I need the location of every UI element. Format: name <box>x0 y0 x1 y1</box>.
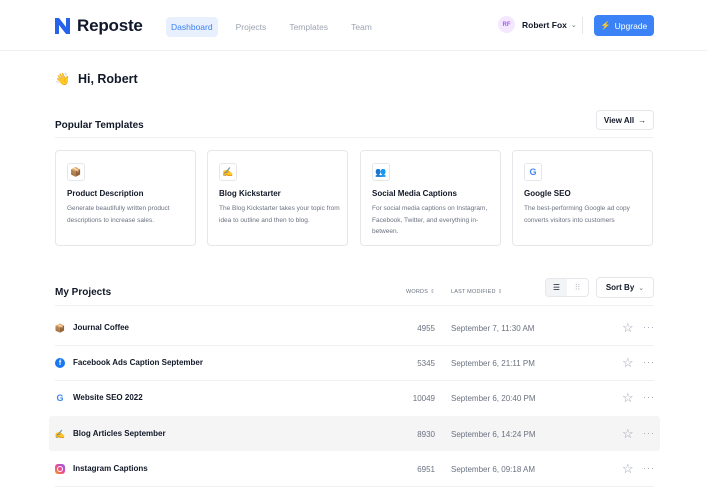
project-words: 6951 <box>417 465 435 474</box>
project-name: Facebook Ads Caption September <box>73 358 203 367</box>
instagram-icon <box>55 464 65 474</box>
nav-templates[interactable]: Templates <box>284 17 333 37</box>
star-icon[interactable]: ☆ <box>622 461 634 477</box>
words-label: WORDS <box>406 289 429 295</box>
arrow-right-icon: → <box>638 115 647 125</box>
top-header: Reposte Dashboard Projects Templates Tea… <box>0 0 707 51</box>
card-title: Google SEO <box>524 189 571 198</box>
card-description: The Blog Kickstarter takes your topic fr… <box>219 205 340 224</box>
instagram-icon-wrap <box>55 464 65 474</box>
upgrade-button[interactable]: ⚡ Upgrade <box>594 15 654 36</box>
chevron-down-icon: ⌄ <box>570 21 577 29</box>
avatar: RF <box>498 16 515 33</box>
card-description: The best-performing Google ad copy conve… <box>524 205 630 224</box>
box-icon: 📦 <box>67 163 85 181</box>
star-icon[interactable]: ☆ <box>622 390 634 406</box>
card-title: Product Description <box>67 189 144 198</box>
nav-dashboard[interactable]: Dashboard <box>166 17 218 37</box>
more-icon[interactable]: ··· <box>643 428 655 438</box>
user-name: Robert Fox <box>522 19 567 30</box>
more-icon[interactable]: ··· <box>643 357 655 367</box>
sort-icon: ⇕ <box>497 289 503 295</box>
nav-projects[interactable]: Projects <box>231 17 272 37</box>
template-card-blog-kickstarter[interactable]: ✍️ Blog Kickstarter The Blog Kickstarter… <box>207 150 348 246</box>
table-row[interactable]: Instagram Captions 6951 September 6, 09:… <box>55 451 654 486</box>
last-modified-label: LAST MODIFIED <box>451 289 496 295</box>
sort-by-button[interactable]: Sort By ⌄ <box>596 277 654 298</box>
column-header-words[interactable]: WORDS ⇕ <box>406 289 435 295</box>
star-icon[interactable]: ☆ <box>622 320 634 336</box>
card-description: Generate beautifully written product des… <box>67 205 170 224</box>
my-projects-title: My Projects <box>55 287 112 298</box>
user-menu[interactable]: RF Robert Fox ⌄ <box>498 16 577 33</box>
writing-hand-icon: ✍️ <box>219 163 237 181</box>
template-card-social-media-captions[interactable]: 👥 Social Media Captions For social media… <box>360 150 501 246</box>
logo-icon <box>55 18 70 34</box>
popular-templates-title: Popular Templates <box>55 120 144 131</box>
facebook-icon-wrap: f <box>55 358 65 368</box>
header-divider <box>582 17 583 34</box>
app-logo[interactable]: Reposte <box>55 16 143 36</box>
sort-by-label: Sort By <box>605 283 635 292</box>
project-name: Blog Articles September <box>73 429 166 438</box>
waving-hand-icon: 👋 <box>55 72 70 86</box>
lightning-icon: ⚡ <box>600 21 611 30</box>
section-divider <box>55 305 654 306</box>
upgrade-label: Upgrade <box>614 20 648 31</box>
table-row[interactable]: f Facebook Ads Caption September 5345 Se… <box>55 345 654 380</box>
section-divider <box>55 137 654 138</box>
grid-view-icon[interactable]: ⠿ <box>567 279 588 296</box>
project-modified: September 7, 11:30 AM <box>451 324 535 333</box>
project-words: 5345 <box>417 359 435 368</box>
star-icon[interactable]: ☆ <box>622 426 634 442</box>
table-row[interactable]: 📦 Journal Coffee 4955 September 7, 11:30… <box>55 310 654 345</box>
project-name: Instagram Captions <box>73 464 148 473</box>
google-icon: G <box>524 163 542 181</box>
facebook-icon: f <box>55 358 65 368</box>
greeting: 👋 Hi, Robert <box>55 72 138 86</box>
view-toggle: ☰ ⠿ <box>545 278 589 297</box>
box-icon: 📦 <box>54 322 66 333</box>
more-icon[interactable]: ··· <box>643 463 655 473</box>
view-all-label: View All <box>603 115 635 125</box>
more-icon[interactable]: ··· <box>643 392 655 402</box>
template-card-google-seo[interactable]: G Google SEO The best-performing Google … <box>512 150 653 246</box>
nav-team[interactable]: Team <box>346 17 377 37</box>
project-words: 4955 <box>417 324 435 333</box>
view-all-button[interactable]: View All → <box>596 110 654 130</box>
card-title: Blog Kickstarter <box>219 189 281 198</box>
project-words: 10049 <box>412 394 435 403</box>
card-description: For social media captions on Instagram, … <box>372 205 488 235</box>
chevron-down-icon: ⌄ <box>638 284 645 292</box>
sort-icon: ⇕ <box>430 289 435 295</box>
greeting-text: Hi, Robert <box>77 72 138 86</box>
list-view-icon[interactable]: ☰ <box>546 279 567 296</box>
app-name: Reposte <box>77 16 143 35</box>
people-icon: 👥 <box>372 163 390 181</box>
star-icon[interactable]: ☆ <box>622 355 634 371</box>
google-icon: G <box>56 393 64 403</box>
project-name: Journal Coffee <box>73 323 130 332</box>
project-name: Website SEO 2022 <box>73 393 143 402</box>
main-nav: Dashboard Projects Templates Team <box>166 17 390 37</box>
project-modified: September 6, 09:18 AM <box>451 465 536 474</box>
column-header-last-modified[interactable]: LAST MODIFIED ⇕ <box>451 289 502 295</box>
project-words: 8930 <box>417 430 435 439</box>
card-title: Social Media Captions <box>372 189 457 198</box>
template-card-product-description[interactable]: 📦 Product Description Generate beautiful… <box>55 150 196 246</box>
more-icon[interactable]: ··· <box>643 322 655 332</box>
project-modified: September 6, 20:40 PM <box>451 394 536 403</box>
row-divider <box>55 486 654 487</box>
writing-hand-icon: ✍️ <box>54 428 66 439</box>
project-modified: September 6, 21:11 PM <box>451 359 535 368</box>
table-row[interactable]: G Website SEO 2022 10049 September 6, 20… <box>55 380 654 415</box>
table-row[interactable]: ✍️ Blog Articles September 8930 Septembe… <box>49 416 660 451</box>
project-modified: September 6, 14:24 PM <box>451 430 536 439</box>
